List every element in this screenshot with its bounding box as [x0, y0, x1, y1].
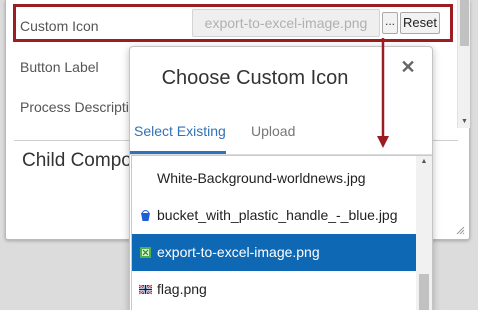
list-item[interactable]: White-Background-worldnews.jpg — [132, 160, 416, 197]
annotation-arrow-icon — [377, 38, 389, 148]
list-item-label: White-Background-worldnews.jpg — [157, 170, 366, 186]
custom-icon-label: Custom Icon — [20, 18, 99, 34]
list-item-label: flag.png — [157, 281, 207, 297]
list-item[interactable]: bucket_with_plastic_handle_-_blue.jpg — [132, 197, 416, 234]
properties-scrollbar[interactable]: ▼ — [457, 0, 470, 128]
icon-list-scroll-thumb[interactable] — [419, 274, 429, 310]
scroll-down-arrow-icon[interactable]: ▼ — [460, 117, 469, 126]
list-item-selected[interactable]: export-to-excel-image.png — [132, 234, 416, 271]
properties-scroll-thumb[interactable] — [460, 0, 469, 46]
list-item-label: export-to-excel-image.png — [157, 244, 320, 260]
icon-list: White-Background-worldnews.jpg bucket_wi… — [131, 155, 432, 310]
reset-button[interactable]: Reset — [400, 12, 440, 34]
close-icon[interactable]: ✕ — [398, 57, 418, 77]
tab-select-existing[interactable]: Select Existing — [134, 123, 226, 139]
child-components-heading: Child Compo — [22, 150, 132, 171]
browse-icon-button[interactable]: ... — [382, 12, 398, 34]
resize-grip-icon[interactable] — [455, 225, 465, 235]
blue-bucket-icon — [141, 210, 150, 221]
dialog-title: Choose Custom Icon — [161, 67, 349, 89]
excel-export-icon — [140, 247, 151, 258]
flag-icon — [139, 284, 152, 295]
icon-list-scrollbar[interactable]: ▲ — [416, 156, 432, 310]
list-item-label: bucket_with_plastic_handle_-_blue.jpg — [157, 207, 398, 223]
button-label-label: Button Label — [20, 59, 99, 75]
list-item[interactable]: flag.png — [132, 271, 416, 308]
active-tab-indicator — [130, 151, 226, 154]
tab-upload[interactable]: Upload — [251, 123, 295, 139]
process-description-label: Process Descripti — [20, 99, 129, 115]
scroll-up-arrow-icon[interactable]: ▲ — [420, 158, 428, 166]
custom-icon-field[interactable]: export-to-excel-image.png — [192, 9, 380, 37]
